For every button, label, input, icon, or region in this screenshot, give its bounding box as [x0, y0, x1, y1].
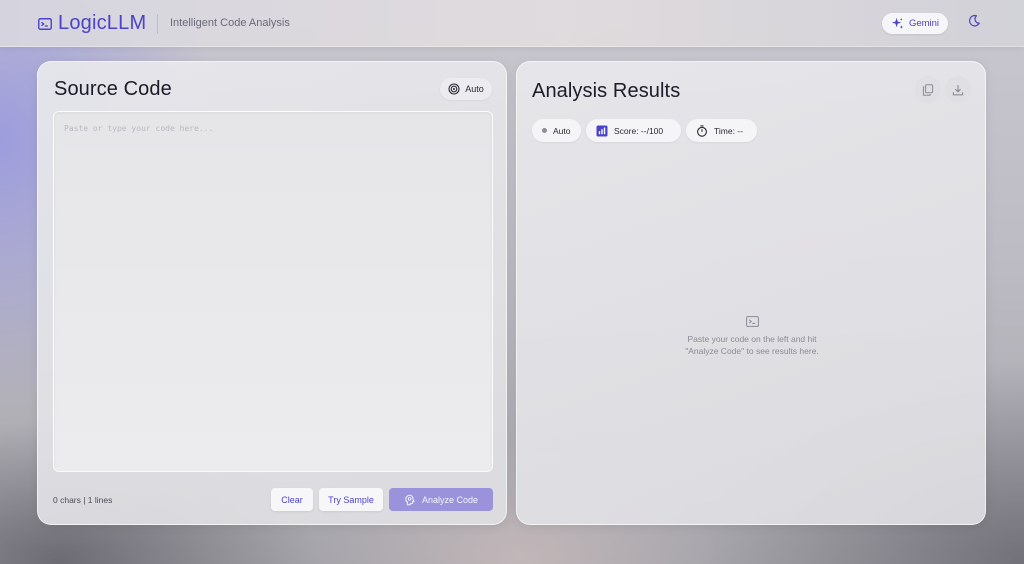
detected-language-label: Auto: [553, 125, 571, 136]
brand-name: LogicLLM: [58, 12, 147, 34]
analyze-label: Analyze Code: [421, 494, 479, 505]
results-panel-title: Analysis Results: [532, 80, 681, 102]
clear-button[interactable]: Clear: [271, 488, 313, 511]
target-icon: [448, 83, 460, 95]
sparkle-icon: [891, 17, 904, 29]
terminal-icon: [38, 17, 52, 30]
brain-icon: [405, 494, 415, 505]
theme-toggle-button[interactable]: [966, 14, 982, 30]
empty-state-line-2: "Analyze Code" to see results here.: [685, 346, 819, 356]
try-sample-button[interactable]: Try Sample: [319, 488, 383, 511]
model-selector-button[interactable]: Gemini: [882, 13, 948, 34]
terminal-icon: [745, 316, 759, 327]
time-chip: Time: --: [686, 119, 757, 142]
bar-chart-icon: [596, 125, 608, 136]
download-icon: [952, 84, 964, 95]
score-chip: Score: --/100: [586, 119, 681, 142]
detected-language-chip: Auto: [532, 119, 581, 142]
analysis-results-panel: Analysis Results Auto Score: --/100 Time…: [516, 61, 986, 525]
app-header: LogicLLM Intelligent Code Analysis Gemin…: [0, 0, 1024, 47]
time-label: Time: --: [714, 125, 743, 136]
language-label: Auto: [465, 84, 484, 94]
moon-icon: [969, 14, 980, 27]
brand[interactable]: LogicLLM: [38, 12, 146, 35]
empty-state-line-1: Paste your code on the left and hit: [687, 334, 817, 344]
source-panel-title: Source Code: [54, 78, 172, 100]
tagline: Intelligent Code Analysis: [170, 17, 290, 29]
header-divider: [157, 14, 158, 34]
code-input[interactable]: [53, 111, 493, 472]
status-dot: [542, 128, 547, 133]
analyze-code-button[interactable]: Analyze Code: [389, 488, 493, 511]
copy-results-button[interactable]: [915, 76, 941, 103]
empty-state: Paste your code on the left and hit "Ana…: [657, 316, 847, 357]
stopwatch-icon: [697, 124, 707, 137]
download-results-button[interactable]: [945, 76, 971, 103]
copy-icon: [922, 83, 934, 96]
language-detect-button[interactable]: Auto: [440, 78, 492, 100]
model-label: Gemini: [908, 18, 940, 29]
char-line-count: 0 chars | 1 lines: [53, 495, 113, 505]
source-code-panel: Source Code Auto 0 chars | 1 lines Clear…: [37, 61, 507, 525]
score-label: Score: --/100: [614, 125, 664, 136]
